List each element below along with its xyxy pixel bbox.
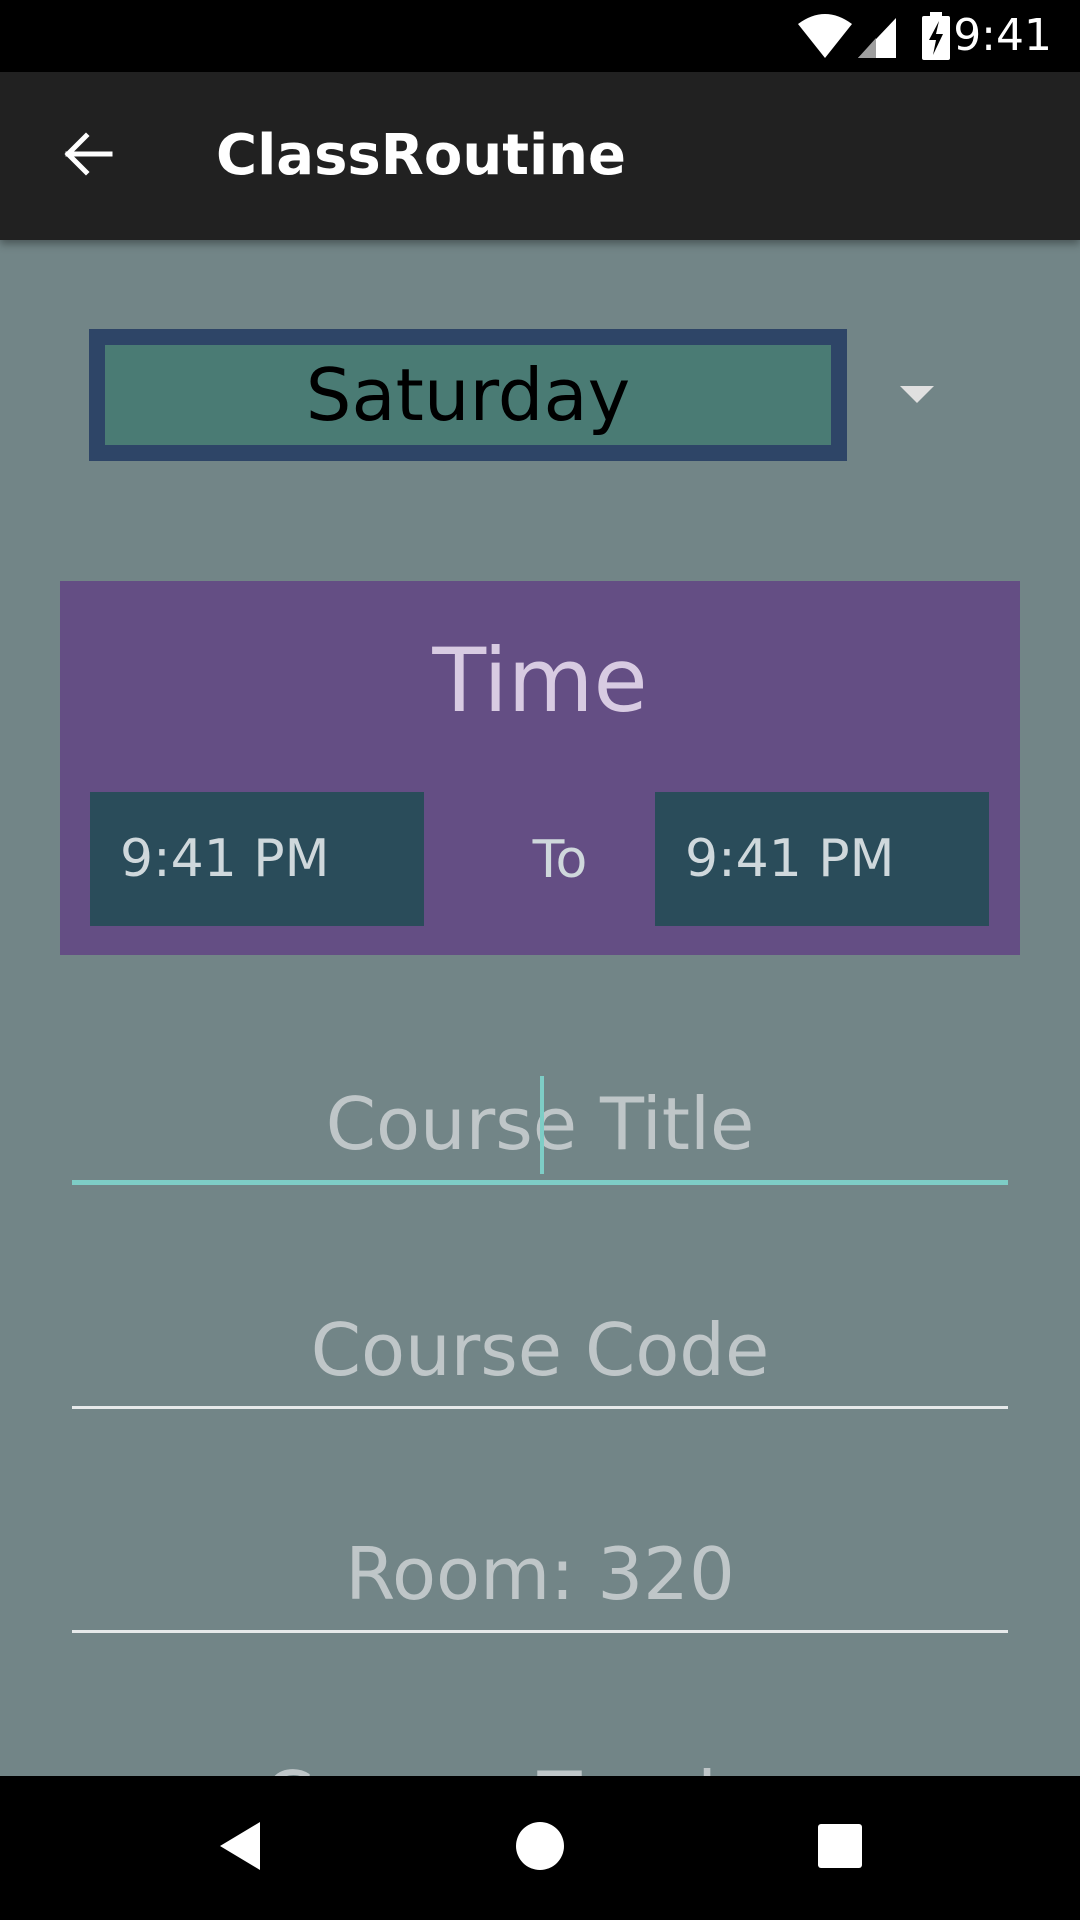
status-bar: 9:41 <box>0 0 1080 72</box>
course-code-field[interactable]: Course Code <box>72 1299 1008 1409</box>
app-bar: ClassRoutine <box>0 72 1080 240</box>
nav-back-button[interactable] <box>188 1796 292 1900</box>
nav-home-button[interactable] <box>488 1796 592 1900</box>
day-spinner-field: Saturday <box>105 345 831 445</box>
app-title: ClassRoutine <box>216 123 627 188</box>
navigation-bar <box>0 1776 1080 1920</box>
back-triangle-icon <box>216 1820 264 1876</box>
wifi-icon <box>796 12 854 64</box>
time-heading: Time <box>432 629 648 732</box>
dropdown-arrow-icon[interactable] <box>900 386 934 403</box>
battery-charging-icon <box>920 12 952 64</box>
recents-square-icon <box>816 1822 864 1874</box>
day-spinner[interactable]: Saturday <box>89 329 847 461</box>
status-time: 9:41 <box>953 10 1052 61</box>
text-cursor <box>540 1076 544 1174</box>
home-circle-icon <box>514 1820 566 1876</box>
time-panel: Time 9:41 PM To 9:41 PM <box>60 581 1020 955</box>
nav-recents-button[interactable] <box>788 1796 892 1900</box>
end-time-button[interactable]: 9:41 PM <box>655 792 989 926</box>
signal-icon <box>856 12 898 64</box>
arrow-back-icon <box>62 128 114 184</box>
course-code-placeholder: Course Code <box>310 1308 770 1392</box>
room-placeholder: Room: 320 <box>345 1532 735 1616</box>
start-time-button[interactable]: 9:41 PM <box>90 792 424 926</box>
back-button[interactable] <box>44 112 132 200</box>
room-field[interactable]: Room: 320 <box>72 1523 1008 1633</box>
selected-day-label: Saturday <box>305 353 631 437</box>
time-separator-label: To <box>532 830 588 890</box>
